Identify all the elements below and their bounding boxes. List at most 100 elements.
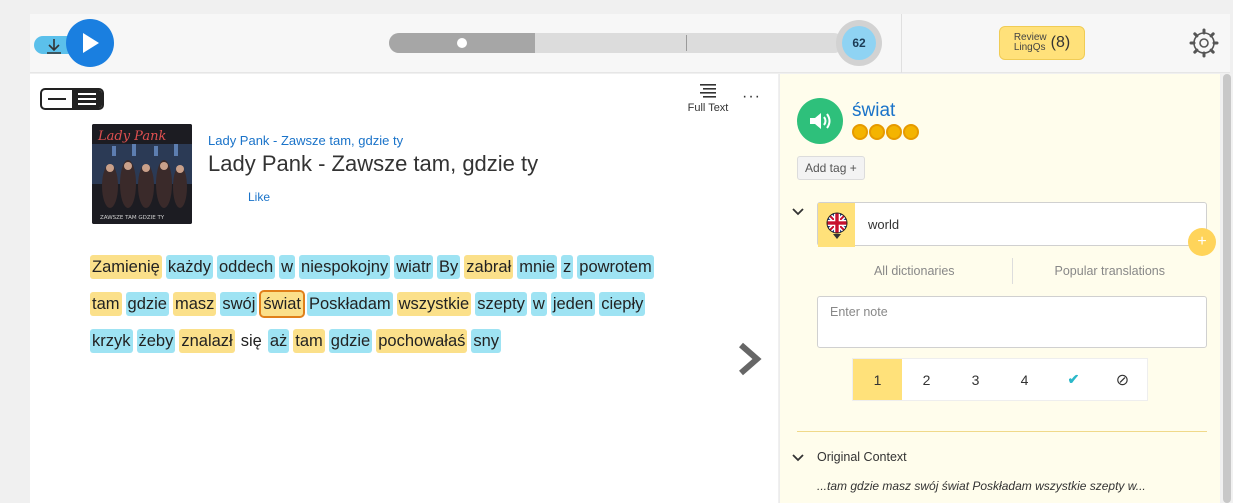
- text-line: tam gdzie masz swój świat Poskładam wszystkie s…: [90, 285, 730, 322]
- word[interactable]: By: [437, 254, 461, 279]
- course-link[interactable]: Lady Pank - Zawsze tam, gdzie ty: [208, 133, 403, 148]
- caret-down-icon: [832, 233, 841, 239]
- top-bar: 62 Review LingQs (8): [30, 14, 1230, 73]
- lingq-side-panel: świat Add tag + world + All dictionaries: [779, 74, 1220, 503]
- status-1-button[interactable]: 1: [853, 359, 902, 400]
- text-line: Zamienię każdy oddech w niespokojny wiatr By za…: [90, 248, 730, 285]
- word[interactable]: się: [239, 329, 264, 353]
- word[interactable]: ciepły: [599, 291, 646, 316]
- cover-art: Lady Pank ZAWSZE TAM GDZIE TY: [92, 124, 192, 224]
- word[interactable]: szepty: [475, 291, 527, 316]
- word[interactable]: oddech: [216, 254, 276, 279]
- full-text-label: Full Text: [687, 102, 729, 114]
- divider: [901, 14, 902, 73]
- progress-tick: [686, 35, 687, 51]
- review-label-line2: LingQs: [1013, 42, 1046, 53]
- word[interactable]: niespokojny: [299, 254, 391, 279]
- progress-badge-value: 62: [842, 26, 876, 60]
- lesson-cover-image: Lady Pank ZAWSZE TAM GDZIE TY: [92, 124, 192, 224]
- word[interactable]: znalazł: [179, 328, 235, 353]
- play-icon: [83, 33, 99, 53]
- known-check-button[interactable]: ✔: [1049, 359, 1098, 400]
- text-line: krzyk żeby znalazł się aż tam gdzie pochowałaś s…: [90, 322, 730, 359]
- word[interactable]: każdy: [165, 254, 213, 279]
- view-mode-toggle[interactable]: [40, 88, 104, 110]
- status-2-button[interactable]: 2: [902, 359, 951, 400]
- play-button[interactable]: [66, 19, 114, 67]
- status-selector: 1 2 3 4 ✔ ⊘: [852, 358, 1148, 401]
- gear-icon[interactable]: [1188, 27, 1220, 59]
- lesson-text: Zamienię każdy oddech w niespokojny wiatr By za…: [90, 248, 730, 359]
- word[interactable]: pochowałaś: [376, 328, 468, 353]
- lesson-title: Lady Pank - Zawsze tam, gdzie ty: [208, 151, 539, 176]
- review-lingqs-button[interactable]: Review LingQs (8): [999, 26, 1085, 60]
- coin-icon[interactable]: [903, 124, 919, 140]
- progress-badge: 62: [836, 20, 882, 66]
- tab-popular-translations[interactable]: Popular translations: [1013, 258, 1208, 284]
- cover-caption-text: ZAWSZE TAM GDZIE TY: [100, 215, 165, 221]
- next-page-arrow-icon[interactable]: [736, 342, 762, 376]
- sentence-view-option[interactable]: [42, 90, 72, 108]
- review-count: (8): [1050, 34, 1071, 51]
- add-tag-button[interactable]: Add tag +: [797, 156, 865, 180]
- term-audio-button[interactable]: [797, 98, 843, 144]
- word[interactable]: krzyk: [90, 328, 133, 353]
- side-panel-scrollbar[interactable]: [1221, 74, 1233, 503]
- language-selector[interactable]: [818, 203, 855, 247]
- word[interactable]: gdzie: [328, 328, 373, 353]
- lines-icon: [78, 93, 96, 105]
- full-text-button[interactable]: Full Text: [678, 84, 738, 114]
- coin-icon[interactable]: [886, 124, 902, 140]
- scrollbar-thumb[interactable]: [1223, 74, 1231, 503]
- review-label: Review LingQs: [1014, 33, 1047, 53]
- page-view-option[interactable]: [72, 90, 102, 108]
- word[interactable]: w: [279, 254, 296, 279]
- word[interactable]: wszystkie: [396, 291, 472, 316]
- word[interactable]: Poskładam: [307, 291, 393, 316]
- tab-all-dictionaries[interactable]: All dictionaries: [817, 258, 1012, 284]
- coin-icon[interactable]: [869, 124, 885, 140]
- speaker-icon: [810, 113, 831, 129]
- uk-flag-icon: [826, 212, 847, 233]
- divider: [797, 431, 1207, 432]
- dictionary-tabs: All dictionaries Popular translations: [817, 258, 1207, 284]
- meaning-field[interactable]: world: [817, 202, 1207, 247]
- word[interactable]: mnie: [517, 254, 558, 279]
- original-context-text: ...tam gdzie masz swój świat Poskładam w…: [817, 479, 1146, 493]
- chevron-down-icon[interactable]: [792, 452, 804, 464]
- like-link[interactable]: Like: [248, 190, 270, 204]
- word[interactable]: aż: [267, 328, 290, 353]
- coin-rating: [852, 124, 919, 140]
- word[interactable]: wiatr: [394, 254, 434, 279]
- word[interactable]: z: [561, 254, 574, 279]
- word[interactable]: swój: [220, 291, 258, 316]
- download-icon[interactable]: [44, 36, 64, 56]
- word[interactable]: w: [530, 291, 547, 316]
- word[interactable]: gdzie: [125, 291, 169, 316]
- word[interactable]: powrotem: [577, 254, 654, 279]
- word[interactable]: masz: [172, 291, 217, 316]
- status-3-button[interactable]: 3: [951, 359, 1000, 400]
- word[interactable]: tam: [293, 328, 325, 353]
- selected-word[interactable]: świat: [259, 289, 305, 318]
- word[interactable]: Zamienię: [90, 254, 162, 279]
- add-meaning-button[interactable]: +: [1188, 228, 1216, 256]
- chevron-down-icon[interactable]: [792, 206, 804, 218]
- original-context-heading[interactable]: Original Context: [817, 450, 907, 464]
- cover-band-text: Lady Pank: [97, 129, 166, 144]
- meaning-value[interactable]: world: [868, 217, 899, 232]
- lesson-progress-bar[interactable]: [389, 33, 844, 53]
- coin-icon[interactable]: [852, 124, 868, 140]
- more-options-button[interactable]: ···: [742, 88, 761, 106]
- progress-handle[interactable]: [457, 38, 467, 48]
- single-line-icon: [48, 98, 66, 100]
- word[interactable]: sny: [471, 328, 502, 353]
- term-word: świat: [852, 100, 896, 121]
- ignore-button[interactable]: ⊘: [1098, 359, 1147, 400]
- word[interactable]: tam: [90, 291, 122, 316]
- status-4-button[interactable]: 4: [1000, 359, 1049, 400]
- word[interactable]: zabrał: [464, 254, 514, 279]
- note-input[interactable]: Enter note: [817, 296, 1207, 348]
- word[interactable]: żeby: [136, 328, 176, 353]
- word[interactable]: jeden: [550, 291, 596, 316]
